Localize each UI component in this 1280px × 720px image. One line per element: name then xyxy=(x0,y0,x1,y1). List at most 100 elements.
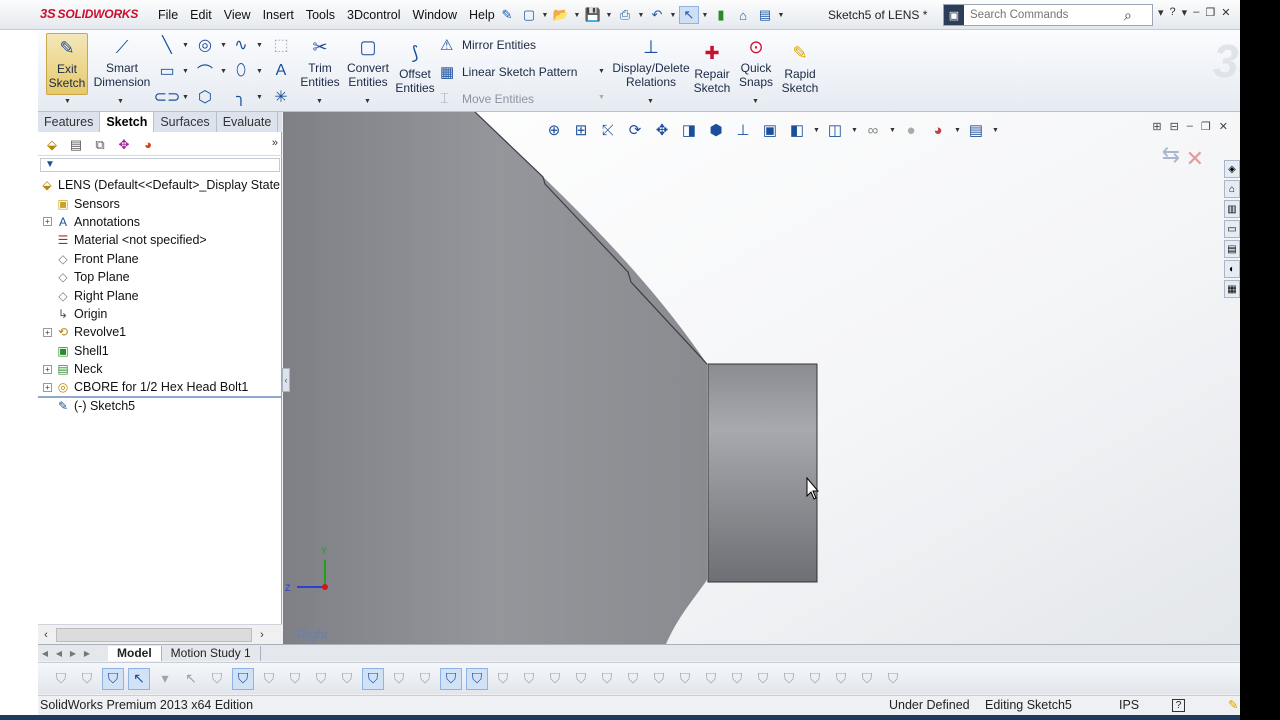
chevron-down-icon[interactable]: ▼ xyxy=(701,6,709,24)
filter-toggle-icon[interactable]: ⛉ xyxy=(50,668,72,690)
chevron-down-icon[interactable]: ▼ xyxy=(220,68,227,75)
filter-planes-icon[interactable]: ⛉ xyxy=(414,668,436,690)
rebuild-icon[interactable]: ▮ xyxy=(711,6,731,24)
trim-entities-button[interactable]: ✂ Trim Entities xyxy=(296,35,344,89)
display-delete-relations-button[interactable]: ⊥ Display/Delete Relations xyxy=(608,35,694,89)
filter-sketch-segments-icon[interactable]: ⛉ xyxy=(362,667,384,690)
status-units[interactable]: IPS xyxy=(1119,696,1139,715)
next-tab-icon[interactable]: ▶ xyxy=(66,649,80,658)
select-other-icon[interactable]: ↖ xyxy=(180,668,202,690)
graphics-area[interactable]: Y Z ⊕ ⊞ ⤪ ⟳ ✥ ◨ ⬢ ⊥ ▣ ◧ ▼ ◫ ▼ ∞ ▼ ● ◕ ▼ ▤ ▼ ⊞… xyxy=(283,112,1240,644)
chevron-down-icon[interactable]: ▼ xyxy=(182,42,189,49)
text-icon[interactable]: A xyxy=(270,60,292,82)
prev-tab-icon[interactable]: ◀ xyxy=(52,649,66,658)
menu-3dcontrol[interactable]: 3Dcontrol xyxy=(341,0,407,30)
tree-item[interactable]: ⬙ LENS (Default<<Default>_Display State xyxy=(38,176,282,194)
help-icon[interactable]: ? xyxy=(1170,6,1176,19)
ellipse-icon[interactable]: ⬯ xyxy=(230,60,252,82)
last-tab-icon[interactable]: ▶ xyxy=(80,649,94,658)
chevron-down-icon[interactable]: ▼ xyxy=(813,127,820,134)
shaded-view-icon[interactable]: ▣ xyxy=(759,120,781,140)
status-help-icon[interactable]: ? xyxy=(1172,699,1185,712)
point-icon[interactable]: ✳ xyxy=(270,86,292,108)
previous-view-icon[interactable]: ⤪ xyxy=(597,120,619,140)
dimxpert-manager-icon[interactable]: ✥ xyxy=(114,136,134,154)
split-view-icon[interactable]: ⊞ xyxy=(1152,120,1161,133)
chevron-down-icon[interactable]: ▼ xyxy=(364,98,371,105)
tree-item[interactable]: + A Annotations xyxy=(38,213,282,231)
print-icon[interactable]: ⎙ xyxy=(615,6,635,24)
tree-item[interactable]: ◇ Right Plane xyxy=(38,286,282,304)
chevron-down-icon[interactable]: ▼ xyxy=(256,68,263,75)
fillet-icon[interactable]: ╮ xyxy=(230,86,252,108)
feature-manager-icon[interactable]: ⬙ xyxy=(42,136,62,154)
chevron-down-icon[interactable]: ▼ xyxy=(64,98,71,105)
tree-item[interactable]: + ◎ CBORE for 1/2 Hex Head Bolt1 xyxy=(38,378,282,396)
chevron-down-icon[interactable]: ▼ xyxy=(752,98,759,105)
quick-snaps-button[interactable]: ⊙ Quick Snaps xyxy=(736,35,776,89)
move-entities-button[interactable]: ⌶ Move Entities xyxy=(440,90,534,107)
chevron-down-icon[interactable]: ▼ xyxy=(598,68,605,75)
chevron-down-icon[interactable]: ▼ xyxy=(669,6,677,24)
panel-collapse-handle[interactable]: ‹ xyxy=(282,368,290,392)
menu-view[interactable]: View xyxy=(218,0,257,30)
scroll-right-icon[interactable]: › xyxy=(254,629,270,641)
tree-item[interactable]: + ⟲ Revolve1 xyxy=(38,323,282,341)
tile-view-icon[interactable]: ⊟ xyxy=(1170,120,1179,133)
chevron-down-icon[interactable]: ▼ xyxy=(777,6,785,24)
rectangle-icon[interactable]: ▭ xyxy=(156,60,178,82)
section-view-icon[interactable]: ◨ xyxy=(678,120,700,140)
menu-file[interactable]: File xyxy=(152,0,184,30)
chevron-down-icon[interactable]: ▼ xyxy=(573,6,581,24)
chevron-down-icon[interactable]: ▼ xyxy=(256,94,263,101)
scroll-thumb[interactable] xyxy=(56,627,252,642)
pan-icon[interactable]: ✥ xyxy=(651,120,673,140)
restore-icon[interactable]: ❐ xyxy=(1201,120,1211,133)
chevron-down-icon[interactable]: ▼ xyxy=(889,127,896,134)
convert-entities-button[interactable]: ▢ Convert Entities xyxy=(342,35,394,89)
tree-item[interactable]: ☰ Material <not specified> xyxy=(38,231,282,249)
chevron-down-icon[interactable]: ▼ xyxy=(541,6,549,24)
chevron-down-icon[interactable]: ▾ xyxy=(1158,6,1164,19)
scroll-left-icon[interactable]: ‹ xyxy=(38,629,54,641)
chevron-down-icon[interactable]: ▼ xyxy=(992,127,999,134)
tree-item[interactable]: ▣ Sensors xyxy=(38,194,282,212)
linear-sketch-pattern-button[interactable]: ▦ Linear Sketch Pattern xyxy=(440,63,577,81)
appearances-icon[interactable]: ◐ xyxy=(1224,260,1240,278)
chevron-down-icon[interactable]: ▼ xyxy=(316,98,323,105)
menu-help[interactable]: Help xyxy=(463,0,501,30)
filter-silhouette-icon[interactable]: ⛉ xyxy=(882,668,904,690)
configuration-manager-icon[interactable]: ⧉ xyxy=(90,136,110,154)
filter-hole-callouts-icon[interactable]: ⛉ xyxy=(752,668,774,690)
filter-routing-icon[interactable]: ⛉ xyxy=(778,668,800,690)
zoom-to-area-icon[interactable]: ⊞ xyxy=(570,120,592,140)
menu-insert[interactable]: Insert xyxy=(257,0,300,30)
solidworks-resources-icon[interactable]: ◈ xyxy=(1224,160,1240,178)
spline-icon[interactable]: ∿ xyxy=(230,34,252,56)
polygon-icon[interactable]: ⬡ xyxy=(194,86,216,108)
view-settings-icon[interactable]: ◕ xyxy=(927,120,949,140)
property-manager-icon[interactable]: ▤ xyxy=(66,136,86,154)
select-cursor-icon[interactable]: ↖ xyxy=(128,667,150,690)
arc-icon[interactable]: ⌒ xyxy=(194,60,216,82)
tab-sketch[interactable]: Sketch xyxy=(100,112,155,132)
display-style-icon[interactable]: ◧ xyxy=(786,120,808,140)
pin-icon[interactable]: ✎ xyxy=(1228,696,1238,715)
edit-appearance-icon[interactable]: ∞ xyxy=(862,120,884,140)
chevron-down-icon[interactable]: ▼ xyxy=(117,98,124,105)
close-icon[interactable]: ✕ xyxy=(1219,120,1228,133)
tab-motion-study-1[interactable]: Motion Study 1 xyxy=(162,645,261,661)
solidworks-logo[interactable]: 3S SOLIDWORKS xyxy=(40,6,138,21)
close-icon[interactable]: ✕ xyxy=(1221,6,1230,19)
tree-item[interactable]: ◇ Front Plane xyxy=(38,250,282,268)
tree-filter-input[interactable]: ▼ xyxy=(40,158,280,172)
chevron-down-icon[interactable]: ▼ xyxy=(598,94,605,101)
folder-icon[interactable]: ▭ xyxy=(1224,220,1240,238)
rotate-view-icon[interactable]: ⟳ xyxy=(624,120,646,140)
save-icon[interactable]: 💾 xyxy=(583,6,603,24)
display-manager-icon[interactable]: ◕ xyxy=(138,136,158,154)
filter-reset-icon[interactable]: ⛉ xyxy=(76,668,98,690)
filter-edges-icon[interactable]: ⛉ xyxy=(232,667,254,690)
chevron-down-icon[interactable]: ▼ xyxy=(220,42,227,49)
custom-properties-icon[interactable]: ▦ xyxy=(1224,280,1240,298)
